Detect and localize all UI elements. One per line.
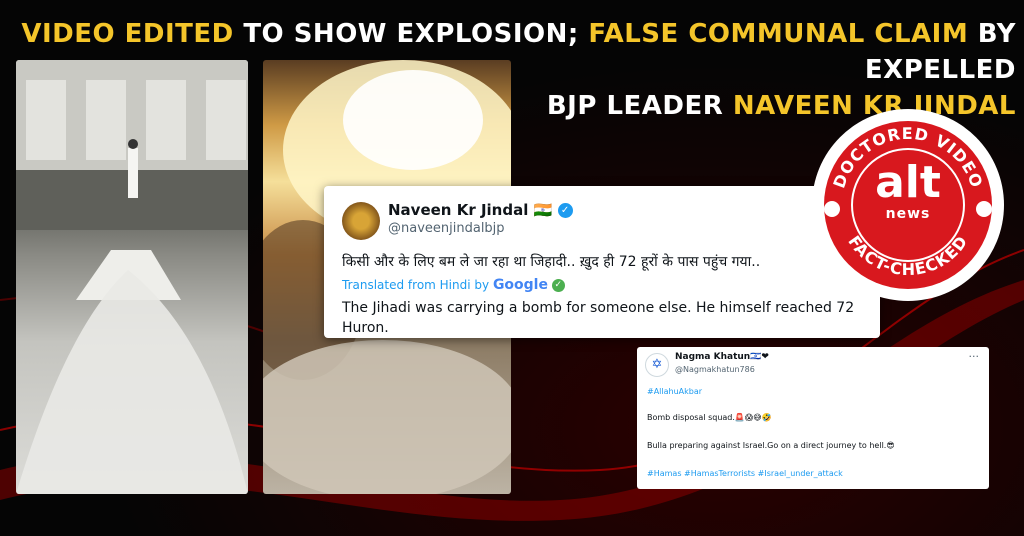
flag-icon: 🇮🇳 xyxy=(533,201,553,219)
headline-highlight: Video edited xyxy=(21,19,234,49)
google-logo: Google xyxy=(492,277,548,293)
star-of-david-icon: ✡ xyxy=(645,353,669,377)
tweet-author-name: Naveen Kr Jindal 🇮🇳 ✓ xyxy=(388,201,573,219)
flag-heart-icon: 🇮🇱❤ xyxy=(750,352,769,362)
tweet-author-name: Nagma Khatun🇮🇱❤ xyxy=(675,352,769,362)
tweet-card-nagma: ✡ Nagma Khatun🇮🇱❤ @Nagmakhatun786 ··· #A… xyxy=(637,347,989,489)
hashtag-link[interactable]: #AllahuAkbar xyxy=(647,387,702,396)
tweet-original-text: किसी और के लिए बम ले जा रहा था जिहादी.. … xyxy=(342,254,761,270)
more-options-icon[interactable]: ··· xyxy=(969,350,980,363)
headline-highlight: false communal claim xyxy=(588,19,969,49)
tweet-author-handle: @naveenjindalbjp xyxy=(388,221,505,236)
tweet-card-naveen: Naveen Kr Jindal 🇮🇳 ✓ @naveenjindalbjp क… xyxy=(324,186,880,338)
author-name-text: Nagma Khatun xyxy=(675,352,751,362)
translated-label: Translated from Hindi by xyxy=(342,278,490,292)
translation-attribution: Translated from Hindi by Google ✓ xyxy=(342,277,565,293)
verified-icon: ✓ xyxy=(557,203,573,218)
video-frame-before xyxy=(16,60,248,494)
author-name-text: Naveen Kr Jindal xyxy=(388,201,529,219)
headline-text: to show explosion; xyxy=(233,19,589,49)
tweet-body-line: Bulla preparing against Israel.Go on a d… xyxy=(647,441,895,450)
alt-logo: alt xyxy=(875,157,941,208)
video-frame-before-image xyxy=(16,60,248,494)
fact-check-badge: DOCTORED VIDEO FACT-CHECKED alt news xyxy=(812,109,1004,301)
news-logo: news xyxy=(885,206,931,222)
avatar xyxy=(342,202,380,240)
tweet-author-handle: @Nagmakhatun786 xyxy=(675,365,755,374)
tweet-body-line: Bomb disposal squad.🚨😱😅🤣 xyxy=(647,413,772,422)
hashtag-links[interactable]: #Hamas #HamasTerrorists #Israel_under_at… xyxy=(647,469,843,478)
check-icon: ✓ xyxy=(551,279,565,292)
tweet-translation-text: The Jihadi was carrying a bomb for someo… xyxy=(342,300,855,336)
headline-text: BJP leader xyxy=(546,91,733,121)
